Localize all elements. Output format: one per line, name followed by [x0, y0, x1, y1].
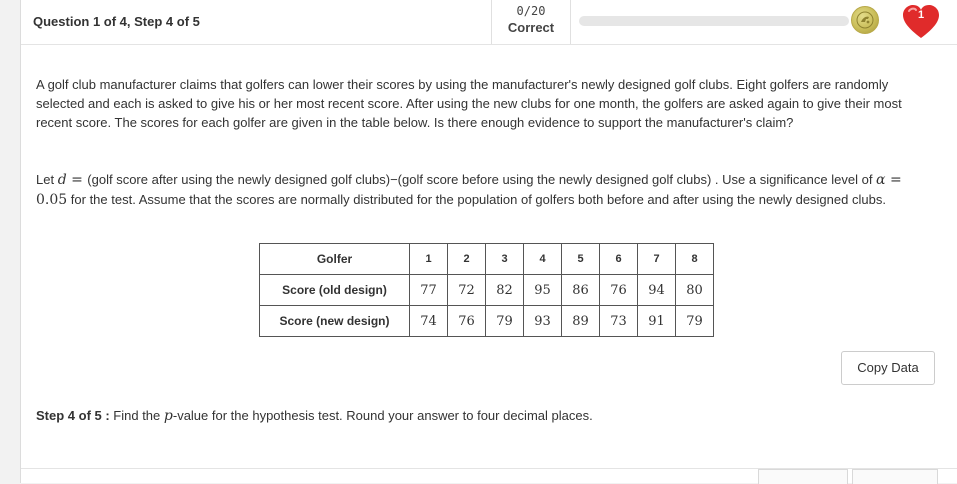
- d-definition: (golf score after using the newly design…: [87, 172, 877, 187]
- table-row: Golfer 1 2 3 4 5 6 7 8: [259, 243, 714, 275]
- golfer-number: 3: [485, 243, 524, 275]
- golfer-number: 5: [561, 243, 600, 275]
- p-variable: p: [163, 408, 173, 424]
- new-score-cell: 79: [675, 305, 714, 337]
- old-score-cell: 76: [599, 274, 638, 306]
- old-design-label: Score (old design): [259, 274, 410, 306]
- header-divider: [570, 0, 571, 44]
- golfer-number: 4: [523, 243, 562, 275]
- golf-ball-coin-icon[interactable]: [851, 6, 879, 34]
- golfer-header: Golfer: [259, 243, 410, 275]
- assumption-text: for the test. Assume that the scores are…: [67, 192, 886, 207]
- golfer-number: 1: [409, 243, 448, 275]
- question-frame: Question 1 of 4, Step 4 of 5 0/20 Correc…: [20, 0, 957, 484]
- lives-heart: 1: [901, 4, 941, 40]
- step-text-after: -value for the hypothesis test. Round yo…: [172, 408, 593, 423]
- step-label: Step 4 of 5 :: [36, 408, 110, 423]
- lives-count: 1: [917, 9, 925, 21]
- golfer-number: 8: [675, 243, 714, 275]
- old-score-cell: 82: [485, 274, 524, 306]
- new-design-label: Score (new design): [259, 305, 410, 337]
- problem-paragraph: A golf club manufacturer claims that gol…: [36, 77, 902, 130]
- score-count: 0/20: [516, 4, 546, 18]
- new-score-cell: 89: [561, 305, 600, 337]
- old-score-cell: 95: [523, 274, 562, 306]
- new-score-cell: 74: [409, 305, 448, 337]
- equals-sign: =: [885, 172, 902, 188]
- old-score-cell: 72: [447, 274, 486, 306]
- golfer-number: 6: [599, 243, 638, 275]
- step-instruction: Step 4 of 5 : Find the p-value for the h…: [36, 408, 593, 424]
- golfer-number: 2: [447, 243, 486, 275]
- golfer-number: 7: [637, 243, 676, 275]
- scores-table: Golfer 1 2 3 4 5 6 7 8 Score (old design…: [259, 243, 714, 337]
- new-score-cell: 93: [523, 305, 562, 337]
- old-score-cell: 86: [561, 274, 600, 306]
- question-progress-title: Question 1 of 4, Step 4 of 5: [33, 14, 200, 29]
- equals-sign: =: [66, 172, 88, 188]
- old-score-cell: 94: [637, 274, 676, 306]
- score-box: 0/20 Correct: [499, 4, 563, 36]
- new-score-cell: 91: [637, 305, 676, 337]
- header-divider: [491, 0, 492, 44]
- bottom-button-stub[interactable]: [758, 469, 848, 484]
- step-text-before: Find the: [109, 408, 164, 423]
- let-text: Let: [36, 172, 58, 187]
- copy-data-button[interactable]: Copy Data: [841, 351, 935, 385]
- table-row: Score (new design) 74 76 79 93 89 73 91 …: [259, 305, 714, 337]
- new-score-cell: 76: [447, 305, 486, 337]
- new-score-cell: 73: [599, 305, 638, 337]
- old-score-cell: 77: [409, 274, 448, 306]
- d-variable: d: [57, 172, 67, 188]
- alpha-symbol: α: [876, 172, 886, 188]
- score-progress-bar: [579, 16, 849, 26]
- table-row: Score (old design) 77 72 82 95 86 76 94 …: [259, 274, 714, 306]
- alpha-value: 0.05: [36, 192, 68, 208]
- score-label: Correct: [507, 20, 555, 35]
- new-score-cell: 79: [485, 305, 524, 337]
- definition-paragraph: Let d = (golf score after using the newl…: [36, 170, 936, 210]
- old-score-cell: 80: [675, 274, 714, 306]
- bottom-button-stub[interactable]: [852, 469, 938, 484]
- question-header: Question 1 of 4, Step 4 of 5 0/20 Correc…: [21, 0, 957, 45]
